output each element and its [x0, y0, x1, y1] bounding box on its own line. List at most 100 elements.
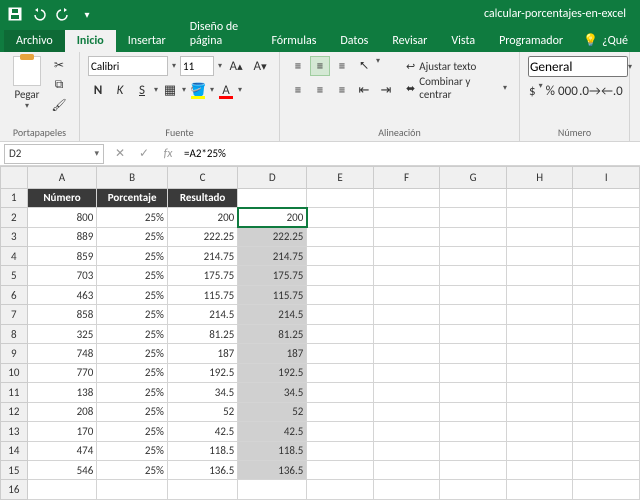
cell[interactable] [573, 188, 640, 207]
cell[interactable] [506, 246, 573, 265]
font-size-select[interactable] [180, 56, 214, 76]
cell[interactable]: 25% [97, 383, 168, 402]
tab-data[interactable]: Datos [328, 30, 380, 52]
row-header[interactable]: 4 [1, 246, 28, 265]
row-header[interactable]: 8 [1, 324, 28, 343]
cell[interactable]: 42.5 [238, 422, 307, 441]
formula-input[interactable] [180, 144, 640, 164]
cell[interactable] [573, 402, 640, 421]
format-painter-icon[interactable]: 🖌 [50, 96, 68, 114]
cell[interactable]: 115.75 [167, 285, 237, 304]
cell[interactable]: 214.5 [167, 305, 237, 324]
cell[interactable]: 25% [97, 460, 168, 479]
cell[interactable]: 222.25 [238, 227, 307, 246]
cell[interactable] [573, 460, 640, 479]
name-box[interactable]: D2▾ [4, 144, 104, 164]
cell[interactable]: Porcentaje [97, 188, 168, 207]
cell[interactable] [573, 305, 640, 324]
currency-icon[interactable]: $ [528, 81, 537, 101]
cell[interactable] [440, 402, 507, 421]
cell[interactable]: 546 [27, 460, 97, 479]
comma-icon[interactable]: 000 [558, 81, 578, 101]
column-header[interactable]: H [506, 167, 573, 189]
row-header[interactable]: 10 [1, 363, 28, 382]
underline-button[interactable]: S [132, 80, 152, 100]
cell[interactable] [573, 266, 640, 285]
borders-icon[interactable]: ▦ [160, 80, 180, 100]
tell-me[interactable]: 💡¿Qué [575, 29, 636, 52]
row-header[interactable]: 15 [1, 460, 28, 479]
cell[interactable]: 192.5 [238, 363, 307, 382]
cell[interactable]: 175.75 [238, 266, 307, 285]
cell[interactable] [440, 188, 507, 207]
cell[interactable] [506, 460, 573, 479]
column-header[interactable]: C [167, 167, 237, 189]
cell[interactable]: 200 [167, 208, 237, 227]
cell[interactable]: 52 [238, 402, 307, 421]
decrease-indent-icon[interactable]: ⇤ [354, 80, 374, 100]
cell[interactable] [373, 324, 439, 343]
cell[interactable]: 25% [97, 363, 168, 382]
cell[interactable] [373, 363, 439, 382]
cell[interactable]: 208 [27, 402, 97, 421]
cell[interactable] [307, 285, 373, 304]
cell[interactable] [373, 460, 439, 479]
cell[interactable]: 25% [97, 208, 168, 227]
cell[interactable] [373, 188, 439, 207]
cell[interactable] [440, 266, 507, 285]
enter-formula-icon[interactable]: ✓ [132, 144, 156, 164]
cell[interactable] [373, 441, 439, 460]
cell[interactable]: 175.75 [167, 266, 237, 285]
cell[interactable] [373, 266, 439, 285]
increase-font-icon[interactable]: A▴ [226, 56, 246, 76]
tab-review[interactable]: Revisar [380, 30, 439, 52]
cell[interactable] [573, 208, 640, 227]
cell[interactable] [440, 344, 507, 363]
cell[interactable]: 118.5 [167, 441, 237, 460]
tab-view[interactable]: Vista [439, 30, 487, 52]
number-format-select[interactable] [528, 56, 628, 77]
cell[interactable] [506, 480, 573, 500]
orientation-icon[interactable]: ⭦ [354, 56, 374, 76]
cell[interactable] [440, 246, 507, 265]
cell[interactable]: Resultado [167, 188, 237, 207]
cell[interactable]: 187 [238, 344, 307, 363]
cancel-formula-icon[interactable]: ✕ [108, 144, 132, 164]
cell[interactable]: 25% [97, 344, 168, 363]
tab-developer[interactable]: Programador [487, 30, 575, 52]
tab-file[interactable]: Archivo [4, 30, 65, 52]
cell[interactable]: 25% [97, 422, 168, 441]
cell[interactable] [506, 188, 573, 207]
cell[interactable] [440, 363, 507, 382]
cell[interactable] [440, 305, 507, 324]
bold-button[interactable]: N [88, 80, 108, 100]
cell[interactable] [440, 227, 507, 246]
tab-insert[interactable]: Insertar [116, 30, 178, 52]
cell[interactable]: 136.5 [167, 460, 237, 479]
cell[interactable] [307, 305, 373, 324]
increase-indent-icon[interactable]: ⇥ [376, 80, 396, 100]
cell[interactable] [573, 422, 640, 441]
row-header[interactable]: 14 [1, 441, 28, 460]
cell[interactable] [573, 227, 640, 246]
row-header[interactable]: 3 [1, 227, 28, 246]
cell[interactable]: 222.25 [167, 227, 237, 246]
select-all-corner[interactable] [1, 167, 28, 189]
cell[interactable]: 214.75 [167, 246, 237, 265]
align-right-icon[interactable]: ≡ [332, 80, 352, 100]
cell[interactable] [506, 227, 573, 246]
column-header[interactable]: I [573, 167, 640, 189]
cell[interactable] [573, 246, 640, 265]
increase-decimal-icon[interactable]: .0→ [580, 81, 600, 101]
cell[interactable]: Número [27, 188, 97, 207]
font-color-icon[interactable]: A [216, 80, 236, 100]
cell[interactable] [238, 188, 307, 207]
row-header[interactable]: 13 [1, 422, 28, 441]
worksheet[interactable]: ABCDEFGHI 1NúmeroPorcentajeResultado2800… [0, 166, 640, 500]
cell[interactable]: 463 [27, 285, 97, 304]
cell[interactable]: 859 [27, 246, 97, 265]
cell[interactable] [307, 480, 373, 500]
align-left-icon[interactable]: ≡ [288, 80, 308, 100]
tab-formulas[interactable]: Fórmulas [259, 30, 328, 52]
copy-icon[interactable]: ⧉ [50, 76, 68, 94]
